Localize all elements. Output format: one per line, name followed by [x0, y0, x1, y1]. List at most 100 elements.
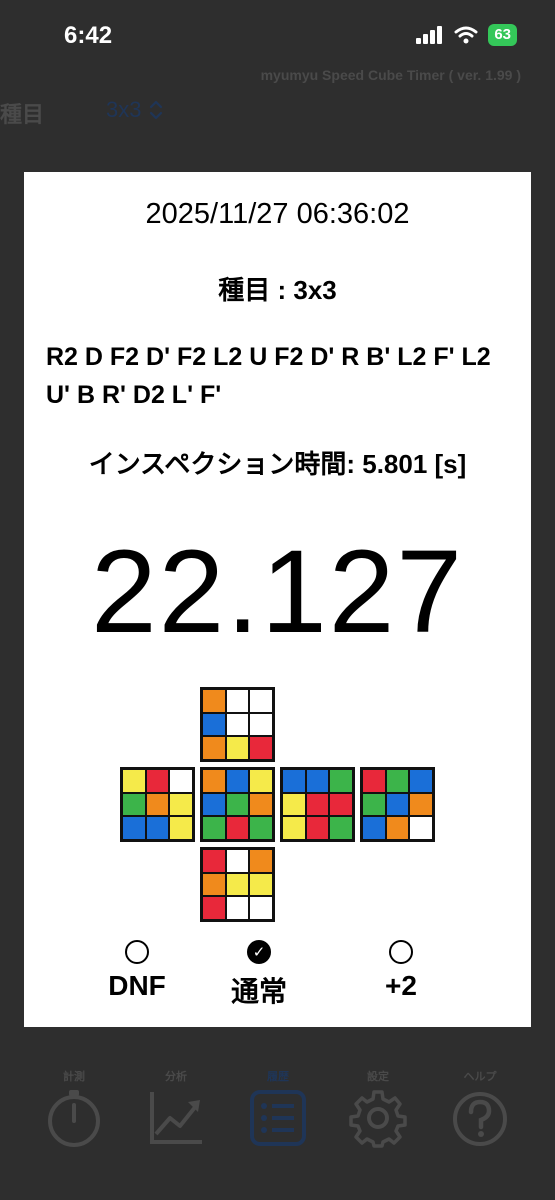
cube-sticker: [225, 792, 250, 817]
cube-sticker: [202, 872, 226, 897]
tab-help[interactable]: ヘルプ: [440, 1068, 520, 1148]
cube-sticker: [202, 849, 226, 873]
cube-sticker: [202, 736, 226, 760]
cube-sticker: [249, 896, 273, 920]
radio-unchecked-icon: [125, 940, 149, 964]
tab-analysis[interactable]: 分析: [136, 1068, 216, 1148]
cube-sticker: [249, 769, 273, 793]
cube-sticker: [329, 769, 353, 793]
cube-face-up: [200, 687, 275, 762]
stopwatch-icon: [48, 1090, 100, 1147]
radio-checked-icon: ✓: [247, 940, 271, 964]
chart-icon: [150, 1092, 202, 1144]
radio-unchecked-icon: [389, 940, 413, 964]
chevron-up-down-icon: [150, 100, 163, 120]
tab-help-label: ヘルプ: [463, 1071, 497, 1083]
cube-face-down: [200, 847, 275, 922]
solve-event: 種目 : 3x3: [218, 275, 337, 305]
event-label: 種目: [0, 102, 45, 127]
cube-sticker: [202, 792, 226, 817]
cube-sticker: [385, 769, 410, 793]
help-icon: [453, 1092, 507, 1146]
penalty-dnf[interactable]: DNF: [102, 940, 172, 1002]
penalty-normal-label: 通常: [230, 976, 287, 1007]
cube-sticker: [145, 816, 170, 840]
cube-sticker: [169, 792, 193, 817]
wifi-icon: [454, 26, 478, 44]
cube-sticker: [169, 769, 193, 793]
cube-net: [120, 687, 435, 923]
cube-sticker: [225, 689, 250, 713]
event-selector-value: 3x3: [106, 97, 142, 122]
cube-sticker: [409, 816, 433, 840]
cube-sticker: [362, 769, 386, 793]
cube-sticker: [225, 872, 250, 897]
tab-history[interactable]: 履歴: [238, 1068, 318, 1148]
cube-sticker: [202, 769, 226, 793]
cube-sticker: [362, 816, 386, 840]
battery-indicator: 63: [488, 24, 517, 46]
penalty-dnf-label: DNF: [108, 970, 166, 1001]
cube-sticker: [329, 792, 353, 817]
cube-sticker: [145, 769, 170, 793]
cube-sticker: [202, 712, 226, 737]
cube-sticker: [169, 816, 193, 840]
cube-sticker: [249, 712, 273, 737]
cube-face-back: [360, 767, 435, 842]
app-title: myumyu Speed Cube Timer ( ver. 1.99 ): [260, 67, 521, 83]
gear-icon: [349, 1090, 407, 1148]
cube-sticker: [225, 769, 250, 793]
cube-sticker: [305, 816, 330, 840]
cube-sticker: [249, 849, 273, 873]
cube-sticker: [249, 872, 273, 897]
cube-face-left: [120, 767, 195, 842]
cube-sticker: [249, 816, 273, 840]
cube-sticker: [225, 736, 250, 760]
cube-sticker: [385, 792, 410, 817]
cube-sticker: [249, 689, 273, 713]
cube-face-front: [200, 767, 275, 842]
cube-sticker: [385, 816, 410, 840]
cube-sticker: [282, 816, 306, 840]
list-icon: [250, 1090, 306, 1146]
cellular-signal-icon: [416, 26, 443, 44]
tab-analysis-label: 分析: [165, 1071, 187, 1083]
cube-face-right: [280, 767, 355, 842]
cube-sticker: [409, 769, 433, 793]
cube-sticker: [225, 712, 250, 737]
tab-settings[interactable]: 設定: [338, 1068, 418, 1148]
cube-sticker: [145, 792, 170, 817]
cube-sticker: [202, 689, 226, 713]
cube-sticker: [249, 736, 273, 760]
penalty-plus2[interactable]: +2: [366, 940, 436, 1002]
solve-datetime: 2025/11/27 06:36:02: [145, 198, 410, 230]
inspection-time: インスペクション時間: 5.801 [s]: [88, 449, 467, 479]
status-indicators: 63: [416, 24, 517, 46]
cube-sticker: [225, 896, 250, 920]
cube-sticker: [202, 896, 226, 920]
cube-sticker: [305, 792, 330, 817]
status-time: 6:42: [64, 22, 113, 49]
cube-sticker: [282, 792, 306, 817]
cube-sticker: [225, 816, 250, 840]
tab-timer-label: 計測: [63, 1071, 85, 1083]
tab-timer[interactable]: 計測: [34, 1068, 114, 1148]
cube-sticker: [202, 816, 226, 840]
penalty-normal[interactable]: ✓ 通常: [224, 940, 294, 1010]
cube-sticker: [282, 769, 306, 793]
penalty-plus2-label: +2: [385, 970, 417, 1001]
cube-sticker: [225, 849, 250, 873]
cube-sticker: [249, 792, 273, 817]
cube-sticker: [362, 792, 386, 817]
tab-settings-label: 設定: [367, 1071, 389, 1083]
cube-sticker: [305, 769, 330, 793]
cube-sticker: [122, 792, 146, 817]
event-selector[interactable]: 3x3: [106, 97, 163, 123]
cube-sticker: [122, 816, 146, 840]
solve-time: 22.127: [91, 526, 464, 658]
cube-sticker: [122, 769, 146, 793]
scramble-text: R2 D F2 D' F2 L2 U F2 D' R B' L2 F' L2 U…: [46, 343, 491, 409]
tab-history-label: 履歴: [267, 1071, 289, 1083]
cube-sticker: [409, 792, 433, 817]
cube-sticker: [329, 816, 353, 840]
